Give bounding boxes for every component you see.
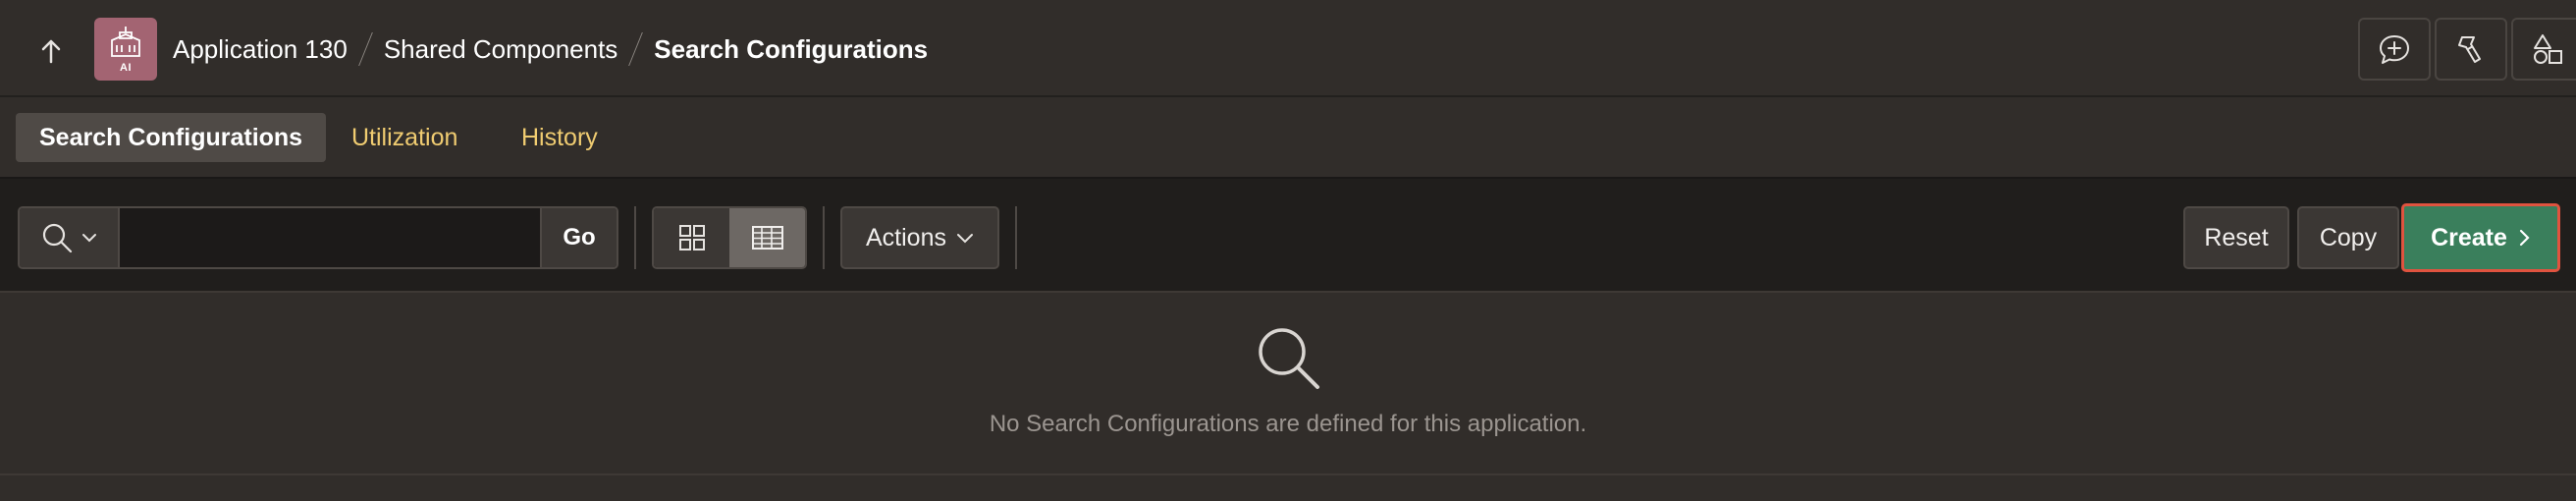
breadcrumb-application[interactable]: Application 130 bbox=[173, 34, 348, 65]
create-label: Create bbox=[2431, 223, 2507, 251]
chevron-right-icon bbox=[2519, 229, 2530, 247]
grid-view-icon bbox=[678, 225, 705, 250]
feedback-button[interactable] bbox=[2358, 18, 2431, 81]
tab-history[interactable]: History bbox=[498, 113, 621, 162]
toolbar-divider bbox=[1015, 206, 1017, 269]
toolbar-divider bbox=[634, 206, 636, 269]
chevron-down-icon bbox=[956, 233, 973, 243]
actions-label: Actions bbox=[866, 223, 946, 251]
breadcrumb: Application 130 Shared Components Search… bbox=[173, 26, 928, 73]
breadcrumb-separator bbox=[357, 32, 373, 66]
empty-state-message: No Search Configurations are defined for… bbox=[989, 411, 1587, 437]
breadcrumb-current-page: Search Configurations bbox=[654, 33, 929, 64]
page-header: AI Application 130 Shared Components Sea… bbox=[0, 0, 2576, 97]
app-icon[interactable]: AI bbox=[94, 18, 157, 81]
actions-menu-button[interactable]: Actions bbox=[840, 206, 999, 269]
search-bar: Go bbox=[18, 206, 618, 269]
chevron-down-icon bbox=[82, 234, 96, 243]
developer-tools-button[interactable] bbox=[2435, 18, 2507, 81]
navigate-up-button[interactable] bbox=[29, 29, 73, 73]
grid-view-button[interactable] bbox=[654, 208, 729, 267]
toolbar-divider bbox=[823, 206, 825, 269]
search-icon bbox=[1259, 328, 1319, 389]
app-icon-label: AI bbox=[120, 62, 132, 74]
tab-search-configurations[interactable]: Search Configurations bbox=[16, 113, 327, 162]
shared-components-button[interactable] bbox=[2511, 18, 2576, 81]
empty-state: No Search Configurations are defined for… bbox=[0, 293, 2576, 475]
copy-button[interactable]: Copy bbox=[2297, 206, 2399, 269]
report-toolbar: Go Actions Reset Copy Create bbox=[0, 177, 2576, 293]
app-building-icon bbox=[111, 27, 140, 57]
tab-utilization[interactable]: Utilization bbox=[328, 113, 481, 162]
tab-bar: Search Configurations Utilization Histor… bbox=[0, 98, 2576, 177]
view-switcher bbox=[652, 206, 807, 269]
feedback-add-icon bbox=[2380, 35, 2409, 64]
search-icon bbox=[42, 223, 73, 253]
search-input[interactable] bbox=[120, 208, 540, 267]
reset-button[interactable]: Reset bbox=[2183, 206, 2289, 269]
breadcrumb-shared-components[interactable]: Shared Components bbox=[384, 34, 617, 65]
report-view-icon bbox=[751, 226, 783, 250]
go-button[interactable]: Go bbox=[540, 208, 617, 267]
search-column-menu-button[interactable] bbox=[20, 208, 120, 267]
breadcrumb-separator bbox=[628, 32, 644, 66]
report-view-button[interactable] bbox=[729, 208, 805, 267]
shapes-icon bbox=[2534, 34, 2562, 64]
create-button[interactable]: Create bbox=[2401, 203, 2560, 272]
up-arrow-icon bbox=[41, 39, 61, 64]
flashlight-icon bbox=[2458, 36, 2481, 63]
